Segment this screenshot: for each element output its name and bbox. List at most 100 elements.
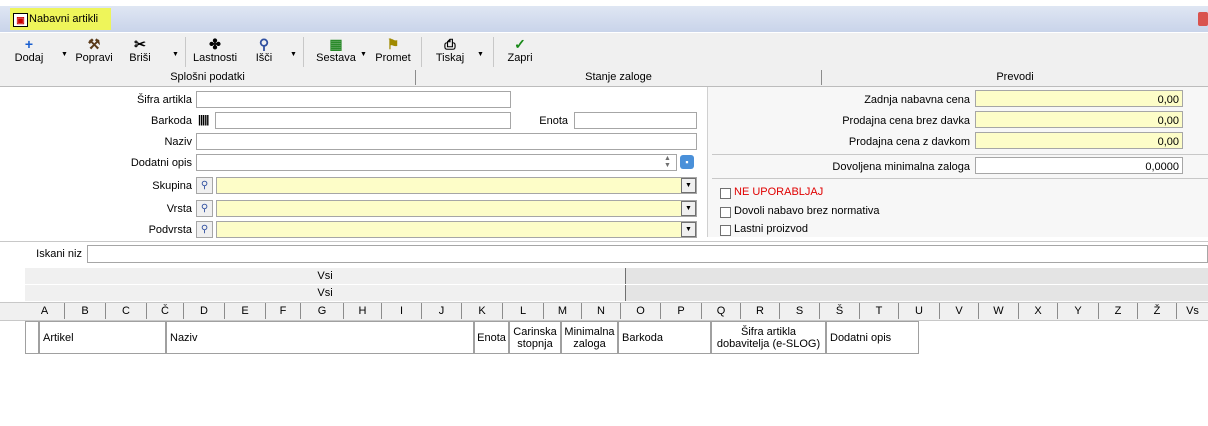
alpha-h[interactable]: H	[344, 303, 382, 319]
search-button[interactable]: ⚲ Išči	[250, 36, 278, 64]
extra-desc-input[interactable]	[196, 154, 677, 171]
subtype-dropdown-icon[interactable]: ▼	[681, 222, 696, 237]
sku-input[interactable]	[196, 91, 511, 108]
properties-button[interactable]: ✤ Lastnosti	[190, 36, 240, 64]
group-dropdown-icon[interactable]: ▼	[681, 178, 696, 193]
add-button[interactable]: + Dodaj	[14, 36, 44, 64]
data-grid[interactable]	[25, 354, 1208, 426]
name-input[interactable]	[196, 133, 697, 150]
filter-row-2-label: Vsi	[317, 287, 333, 299]
alpha-i[interactable]: I	[382, 303, 422, 319]
col-customs[interactable]: Carinska stopnja	[509, 321, 561, 354]
col-barcode[interactable]: Barkoda	[618, 321, 711, 354]
alpha-f[interactable]: F	[266, 303, 301, 319]
unused-label: NE UPORABLJAJ	[734, 186, 824, 198]
alpha-all[interactable]: Vs	[1177, 303, 1208, 319]
group-search-icon[interactable]: ⚲	[196, 177, 213, 194]
alpha-v[interactable]: V	[940, 303, 979, 319]
close-window-button[interactable]	[1198, 12, 1208, 26]
type-select[interactable]	[216, 200, 697, 217]
col-article[interactable]: Artikel	[39, 321, 166, 354]
subtype-label: Podvrsta	[148, 224, 192, 236]
filter-row-1-empty	[626, 268, 1208, 284]
type-search-icon[interactable]: ⚲	[196, 200, 213, 217]
alpha-b[interactable]: B	[65, 303, 106, 319]
alpha-q[interactable]: Q	[702, 303, 741, 319]
search-string-label: Iskani niz	[36, 248, 82, 260]
alpha-l[interactable]: L	[503, 303, 544, 319]
sale-tax-value: 0,00	[1157, 136, 1179, 148]
col-unit[interactable]: Enota	[474, 321, 509, 354]
alpha-y[interactable]: Y	[1058, 303, 1099, 319]
subtype-select[interactable]	[216, 221, 697, 238]
filter-row-2-empty	[626, 285, 1208, 301]
subtype-search-icon[interactable]: ⚲	[196, 221, 213, 238]
min-stock-label: Dovoljena minimalna zaloga	[832, 161, 970, 173]
tab-stock[interactable]: Stanje zaloge	[416, 70, 822, 85]
alpha-x[interactable]: X	[1019, 303, 1058, 319]
properties-icon: ✤	[209, 36, 221, 52]
add-dropdown-icon[interactable]: ▼	[61, 51, 68, 58]
alpha-a[interactable]: A	[25, 303, 65, 319]
printer-icon: ⎙	[444, 36, 456, 52]
panel-divider	[712, 154, 1208, 155]
alpha-zz[interactable]: Ž	[1138, 303, 1177, 319]
magnifier-icon: ⚲	[258, 36, 270, 52]
sale-no-tax-label: Prodajna cena brez davka	[842, 115, 970, 127]
traffic-button[interactable]: ⚑ Promet	[372, 36, 414, 64]
print-dropdown-icon[interactable]: ▼	[477, 51, 484, 58]
alpha-g[interactable]: G	[301, 303, 344, 319]
close-button[interactable]: ✓ Zapri	[502, 36, 538, 64]
alpha-k[interactable]: K	[462, 303, 503, 319]
own-product-checkbox[interactable]	[720, 225, 731, 236]
alpha-s[interactable]: S	[780, 303, 820, 319]
barcode-input[interactable]	[215, 112, 511, 129]
unused-checkbox[interactable]	[720, 188, 731, 199]
sale-no-tax-value: 0,00	[1157, 115, 1179, 127]
unit-label: Enota	[539, 115, 568, 127]
allow-without-norm-label: Dovoli nabavo brez normativa	[734, 205, 880, 217]
col-min-stock[interactable]: Minimalna zaloga	[561, 321, 618, 354]
spinner-icon[interactable]: ▲ ▼	[664, 155, 671, 169]
alpha-j[interactable]: J	[422, 303, 462, 319]
search-dropdown-icon[interactable]: ▼	[290, 51, 297, 58]
alpha-w[interactable]: W	[979, 303, 1019, 319]
alpha-cc[interactable]: Č	[147, 303, 184, 319]
allow-without-norm-checkbox[interactable]	[720, 207, 731, 218]
delete-dropdown-icon[interactable]: ▼	[172, 51, 179, 58]
panel-divider	[712, 178, 1208, 179]
col-name[interactable]: Naziv	[166, 321, 474, 354]
alpha-n[interactable]: N	[582, 303, 621, 319]
alpha-u[interactable]: U	[899, 303, 940, 319]
edit-button[interactable]: ⚒ Popravi	[72, 36, 116, 64]
alpha-e[interactable]: E	[225, 303, 266, 319]
alpha-c[interactable]: C	[106, 303, 147, 319]
unit-input[interactable]	[574, 112, 697, 129]
composition-dropdown-icon[interactable]: ▼	[360, 51, 367, 58]
col-extra-desc[interactable]: Dodatni opis	[826, 321, 919, 354]
toolbar	[0, 33, 1208, 71]
search-string-input[interactable]	[87, 245, 1208, 263]
row-selector-header	[25, 321, 39, 354]
composition-icon: ▦	[329, 36, 343, 52]
tab-general[interactable]: Splošni podatki	[0, 70, 416, 85]
tab-translations[interactable]: Prevodi	[822, 70, 1208, 85]
delete-button[interactable]: ✂ Briši	[124, 36, 156, 64]
composition-button[interactable]: ▦ Sestava	[310, 36, 362, 64]
col-supplier-sku[interactable]: Šifra artikla dobavitelja (e-SLOG)	[711, 321, 826, 354]
type-dropdown-icon[interactable]: ▼	[681, 201, 696, 216]
alpha-d[interactable]: D	[184, 303, 225, 319]
alpha-r[interactable]: R	[741, 303, 780, 319]
alpha-p[interactable]: P	[661, 303, 702, 319]
print-button[interactable]: ⎙ Tiskaj	[432, 36, 468, 64]
alpha-m[interactable]: M	[544, 303, 582, 319]
group-select[interactable]	[216, 177, 697, 194]
alpha-o[interactable]: O	[621, 303, 661, 319]
edit-text-icon[interactable]: ▪	[680, 155, 694, 169]
alpha-ss[interactable]: Š	[820, 303, 860, 319]
toolbar-separator	[493, 37, 494, 67]
alpha-t[interactable]: T	[860, 303, 899, 319]
last-purchase-value: 0,00	[1157, 94, 1179, 106]
alpha-z[interactable]: Z	[1099, 303, 1138, 319]
scissors-icon: ✂	[134, 36, 146, 52]
